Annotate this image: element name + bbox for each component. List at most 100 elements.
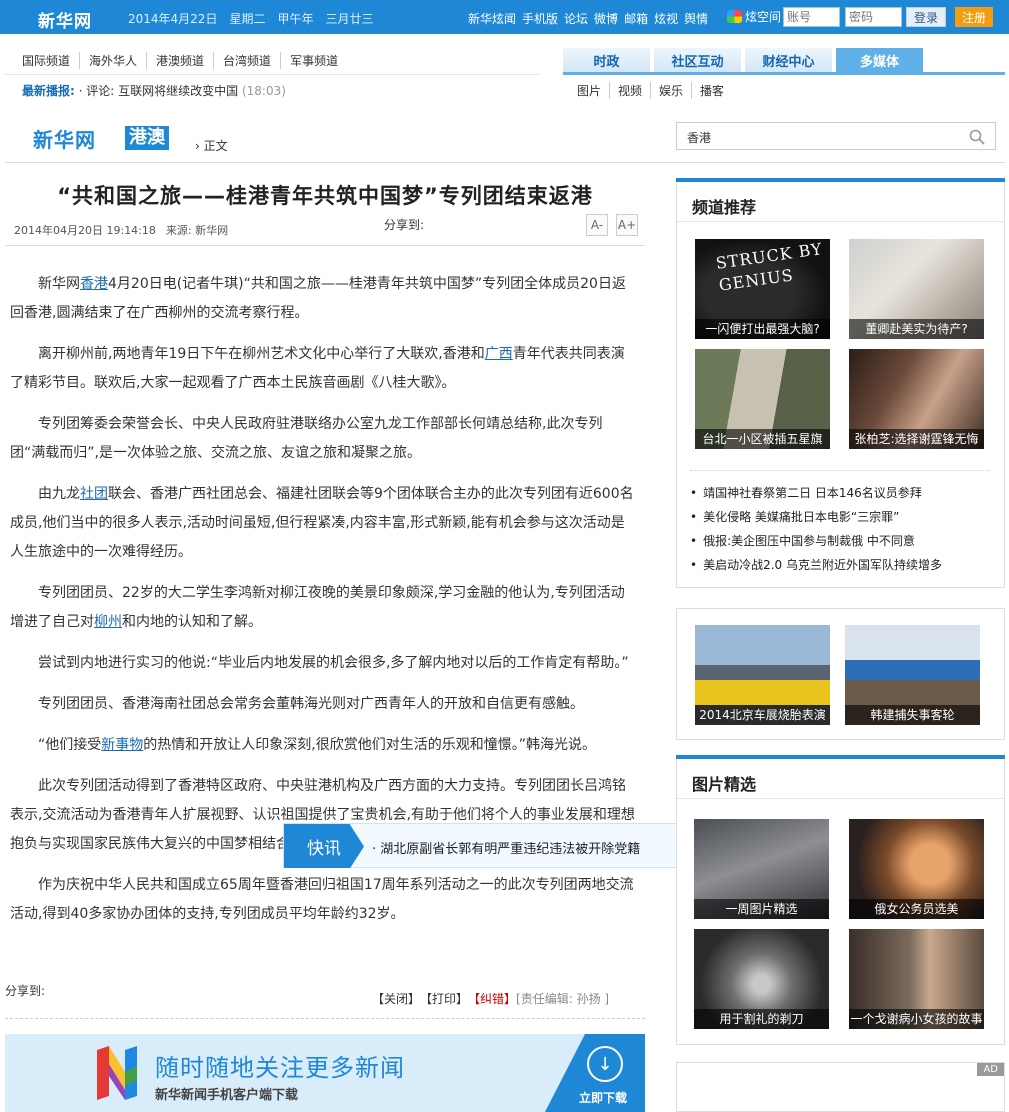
- list-item[interactable]: 靖国神社春祭第二日 日本146名议员参拜: [690, 481, 942, 505]
- top-link-xuanshi[interactable]: 炫视: [654, 10, 678, 27]
- thumb-caption: 一个戈谢病小女孩的故事: [849, 1009, 984, 1029]
- channel-link-hkmacao[interactable]: 港澳频道: [146, 52, 213, 69]
- channel-badge[interactable]: 港澳: [125, 126, 169, 150]
- thumb-taipei-flag[interactable]: 台北一小区被插五星旗: [695, 349, 830, 449]
- flash-news-link[interactable]: · 湖北原副省长郭有明严重违纪违法被开除党籍: [372, 838, 640, 857]
- account-input[interactable]: [783, 7, 840, 27]
- password-input[interactable]: [845, 7, 902, 27]
- broadcast-label: 最新播报:: [22, 84, 75, 98]
- article-paragraph: 专列团团员、22岁的大二学生李鸿新对柳江夜晚的美景印象颇深,学习金融的他认为,专…: [10, 585, 625, 630]
- thumb-razor[interactable]: 用于割礼的剃刀: [694, 929, 829, 1029]
- breadcrumb: › 正文: [195, 137, 228, 154]
- thumb-auto-show[interactable]: 2014北京车展烧胎表演: [695, 625, 830, 725]
- lunar-day: 三月廿三: [325, 12, 374, 26]
- section-tabs: 时政 社区互动 财经中心 多媒体: [563, 48, 923, 72]
- channel-link-overseas[interactable]: 海外华人: [79, 52, 146, 69]
- tab-finance[interactable]: 财经中心: [745, 48, 832, 72]
- channel-link-taiwan[interactable]: 台湾频道: [213, 52, 280, 69]
- app-download-banner[interactable]: 随时随地关注更多新闻 新华新闻手机客户端下载 ↓ 立即下载: [5, 1034, 645, 1112]
- banner-subline: 新华新闻手机客户端下载: [155, 1088, 299, 1103]
- keyword-link[interactable]: 广西: [485, 346, 513, 362]
- thumb-gaucher-girl[interactable]: 一个戈谢病小女孩的故事: [849, 929, 984, 1029]
- ad-slot[interactable]: AD: [676, 1062, 1005, 1112]
- font-smaller-button[interactable]: A-: [586, 214, 608, 236]
- top-link-yuqing[interactable]: 舆情: [684, 10, 708, 27]
- channel-nav: 国际频道 海外华人 港澳频道 台湾频道 军事频道: [22, 52, 347, 69]
- download-icon[interactable]: ↓: [587, 1046, 623, 1082]
- print-link[interactable]: 【打印】: [420, 990, 468, 1007]
- list-item[interactable]: 美化侵略 美媒痛批日本电影“三宗罪”: [690, 505, 942, 529]
- keyword-link[interactable]: 柳州: [94, 614, 122, 630]
- thumb-caption: 张柏芝:选择谢霆锋无悔: [849, 429, 984, 449]
- breadcrumb-current: 正文: [203, 139, 228, 153]
- subtab-podcast[interactable]: 播客: [691, 82, 732, 99]
- article-paragraph: 尝试到内地进行实习的他说:“毕业后内地发展的机会很多,多了解内地对以后的工作肯定…: [38, 655, 629, 671]
- tabs-underline: [563, 72, 1005, 75]
- thumb-dong-qing[interactable]: 董卿赴美实为待产?: [849, 239, 984, 339]
- article-meta: 2014年04月20日 19:14:18 来源: 新华网: [14, 222, 228, 238]
- subtab-photos[interactable]: 图片: [577, 82, 609, 99]
- top-link-forum[interactable]: 论坛: [564, 10, 588, 27]
- article-paragraph: 专列团筹委会荣誉会长、中央人民政府驻港联络办公室九龙工作部部长何靖总结称,此次专…: [10, 416, 603, 461]
- flash-news-popup: 快讯 · 湖北原副省长郭有明严重违纪违法被开除党籍 ×: [283, 823, 713, 868]
- site-logo[interactable]: 新华网: [38, 7, 92, 32]
- article-paragraph: 作为庆祝中华人民共和国成立65周年暨香港回归祖国17周年系列活动之一的此次专列团…: [10, 877, 634, 922]
- thumb-caption: 2014北京车展烧胎表演: [695, 705, 830, 725]
- keyword-link[interactable]: 香港: [80, 276, 108, 292]
- banner-headline: 随时随地关注更多新闻: [155, 1054, 405, 1082]
- thumb-ferry-rescue[interactable]: 韩建捕失事客轮: [845, 625, 980, 725]
- register-button[interactable]: 注册: [955, 7, 993, 27]
- tab-multimedia[interactable]: 多媒体: [836, 48, 923, 72]
- channel-link-military[interactable]: 军事频道: [280, 52, 347, 69]
- list-item[interactable]: 美启动冷战2.0 乌克兰附近外国军队持续增多: [690, 553, 942, 577]
- xuan-space-icon: [727, 10, 742, 23]
- login-button[interactable]: 登录: [906, 7, 946, 27]
- article-paragraph: 新华网香港4月20日电(记者牛琪)“共和国之旅——桂港青年共筑中国梦”专列团全体…: [10, 276, 626, 321]
- search-icon[interactable]: [969, 129, 985, 145]
- box-accent: [676, 755, 1005, 759]
- divider: [677, 221, 1004, 222]
- search-input[interactable]: 香港: [687, 129, 711, 146]
- divider: [5, 245, 645, 246]
- broadcast-time: (18:03): [241, 84, 286, 98]
- thumb-caption: 一闪便打出最强大脑?: [695, 319, 830, 339]
- keyword-link[interactable]: 新事物: [101, 737, 143, 753]
- broadcast-link[interactable]: · 评论: 互联网将继续改变中国: [79, 84, 239, 98]
- xuan-space-link[interactable]: 炫空间: [727, 8, 781, 25]
- lunar-year: 甲午年: [277, 12, 314, 26]
- top-link-weibo[interactable]: 微博: [594, 10, 618, 27]
- subtab-video[interactable]: 视频: [609, 82, 650, 99]
- app-logo-icon: [97, 1046, 137, 1100]
- top-link-xuanwen[interactable]: 新华炫闻: [468, 10, 516, 27]
- article-source: 新华网: [195, 224, 229, 237]
- download-button[interactable]: 立即下载: [579, 1089, 627, 1106]
- tab-community[interactable]: 社区互动: [654, 48, 741, 72]
- top-link-mail[interactable]: 邮箱: [624, 10, 648, 27]
- box-accent: [676, 178, 1005, 182]
- font-bigger-button[interactable]: A+: [616, 214, 638, 236]
- thumb-struck-genius[interactable]: STRUCK BY GENIUS 一闪便打出最强大脑?: [695, 239, 830, 339]
- thumb-russian-pageant[interactable]: 俄女公务员选美: [849, 819, 984, 919]
- photo-picks-box: 图片精选 一周图片精选 俄女公务员选美 用于割礼的剃刀 一个戈谢病小女孩的故事: [676, 755, 1005, 1045]
- thumb-caption: 董卿赴美实为待产?: [849, 319, 984, 339]
- article-paragraph: 由九龙社团联会、香港广西社团总会、福建社团联会等9个团体联合主办的此次专列团有近…: [10, 486, 634, 560]
- top-bar: 新华网 2014年4月22日 星期二 甲午年 三月廿三 新华炫闻 手机版 论坛 …: [0, 0, 1009, 34]
- list-item[interactable]: 俄报:美企图压中国参与制裁俄 中不同意: [690, 529, 942, 553]
- brand-logo[interactable]: 新华网: [33, 124, 96, 153]
- close-link[interactable]: 【关闭】: [372, 990, 420, 1007]
- keyword-link[interactable]: 社团: [80, 486, 108, 502]
- ad-label: AD: [977, 1063, 1004, 1076]
- thumb-caption: 俄女公务员选美: [849, 899, 984, 919]
- subtab-entertainment[interactable]: 娱乐: [650, 82, 691, 99]
- tab-politics[interactable]: 时政: [563, 48, 650, 72]
- flash-tag: 快讯: [284, 824, 364, 868]
- top-links: 新华炫闻 手机版 论坛 微博 邮箱 炫视 舆情: [468, 10, 708, 27]
- chevron-right-icon: ›: [195, 139, 200, 153]
- top-link-mobile[interactable]: 手机版: [522, 10, 558, 27]
- date: 2014年4月22日: [128, 12, 218, 26]
- channel-link-international[interactable]: 国际频道: [22, 52, 79, 69]
- divider: [5, 162, 1005, 163]
- thumb-weekly-photos[interactable]: 一周图片精选: [694, 819, 829, 919]
- thumb-cecilia[interactable]: 张柏芝:选择谢霆锋无悔: [849, 349, 984, 449]
- correct-link[interactable]: 【纠错】: [468, 990, 516, 1007]
